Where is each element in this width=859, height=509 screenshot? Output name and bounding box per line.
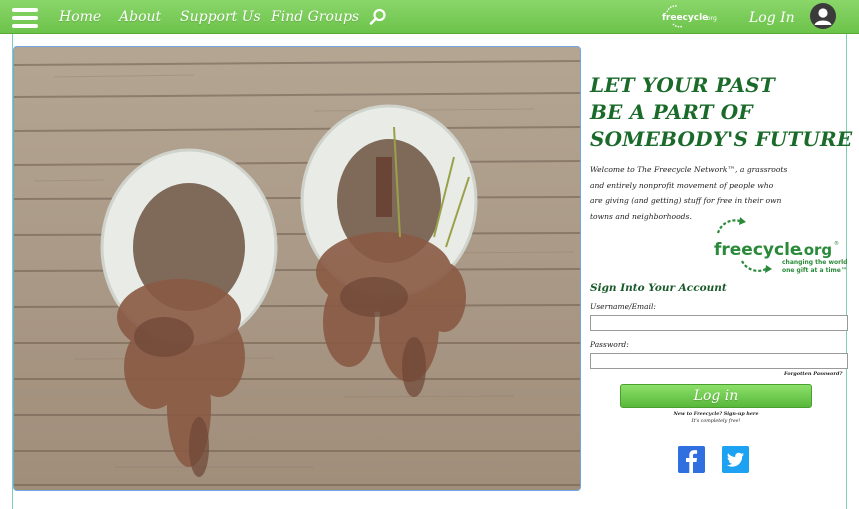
twitter-icon[interactable] [722,446,749,473]
svg-text:.org: .org [798,241,832,259]
signup-link[interactable]: New to Freecycle? Sign-up here [640,411,792,418]
signup-note: New to Freecycle? Sign-up here It's comp… [640,411,792,425]
welcome-text: Welcome to The Freecycle Network™, a gra… [590,162,802,224]
username-input[interactable] [590,315,848,331]
password-label: Password: [590,340,629,349]
freecycle-logo-small[interactable]: freecycle .org [661,3,723,31]
hero-tagline: LET YOUR PAST BE A PART OF SOMEBODY'S FU… [590,72,853,153]
svg-text:.org: .org [705,15,717,22]
svg-text:freecycle: freecycle [714,240,801,260]
svg-text:freecycle: freecycle [662,13,708,23]
password-input[interactable] [590,353,848,369]
top-nav-bar: Home About Support Us Find Groups freecy… [0,0,859,34]
welcome-line-2: and entirely nonprofit movement of peopl… [590,180,774,190]
forgot-password-link[interactable]: Forgotten Password? [784,371,842,377]
search-icon[interactable] [369,8,387,26]
welcome-line-3: are giving (and getting) stuff for free … [590,196,782,206]
nav-login-link[interactable]: Log In [749,10,795,26]
tagline-line-3: SOMEBODY'S FUTURE [590,127,853,151]
nav-support-us-link[interactable]: Support Us [180,9,261,25]
logo-slogan-line-1: changing the world [782,259,847,266]
facebook-icon[interactable] [678,446,705,473]
hamburger-menu-icon[interactable] [12,8,38,28]
hero-photo-tire-planters [13,46,581,491]
username-label: Username/Email: [590,302,656,311]
tagline-line-2: BE A PART OF [590,100,753,124]
nav-home-link[interactable]: Home [59,9,101,25]
nav-about-link[interactable]: About [119,9,161,25]
welcome-line-1: Welcome to The Freecycle Network™, a gra… [590,165,788,174]
tagline-line-1: LET YOUR PAST [590,73,775,97]
svg-text:®: ® [834,240,839,247]
signup-free-text: It's completely free! [691,419,741,424]
nav-find-groups-link[interactable]: Find Groups [271,9,359,25]
freecycle-logo: freecycle .org ® changing the world one … [714,217,847,274]
signin-title: Sign Into Your Account [590,282,727,294]
login-button[interactable]: Log in [620,384,812,408]
logo-slogan-line-2: one gift at a time™ [782,267,847,274]
user-avatar-icon[interactable] [810,3,836,29]
